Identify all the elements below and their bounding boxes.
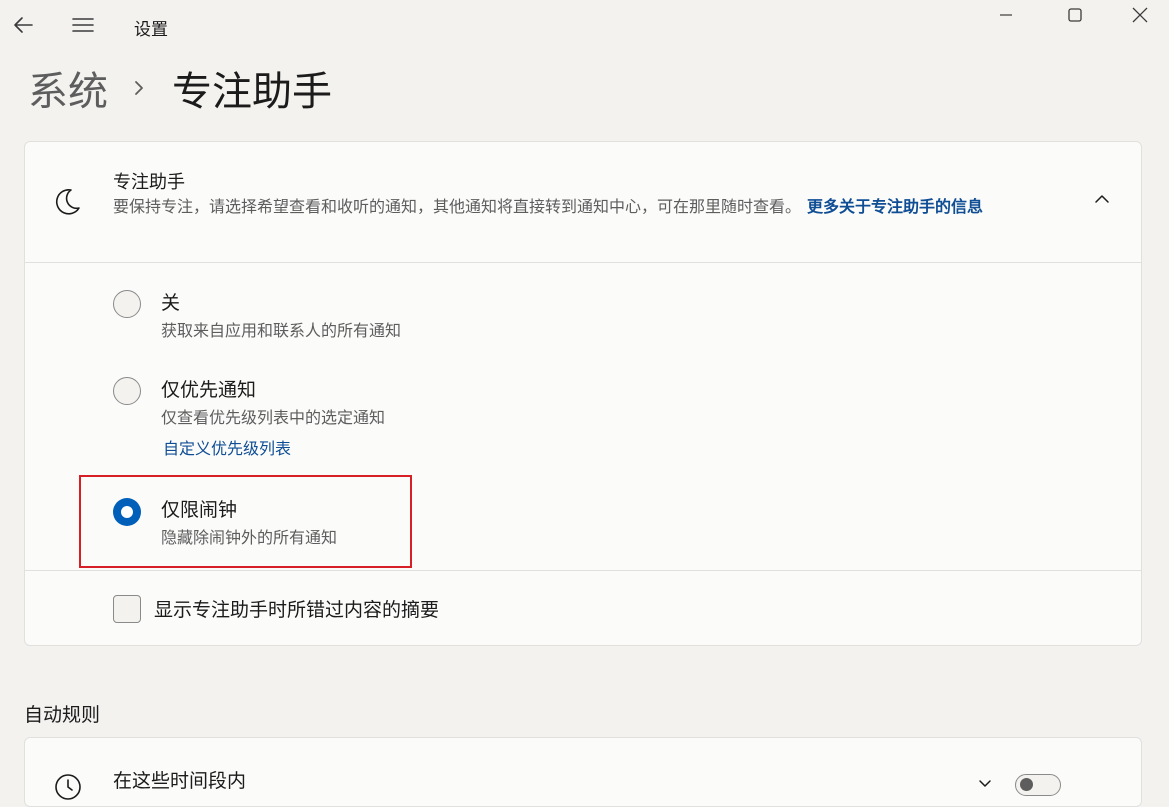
breadcrumb: 系统 专注助手	[28, 58, 332, 118]
focus-assist-description: 要保持专注，请选择希望查看和收听的通知，其他通知将直接转到通知中心，可在那里随时…	[113, 194, 1073, 219]
auto-rules-heading: 自动规则	[24, 704, 101, 726]
chevron-down-icon[interactable]	[977, 776, 993, 796]
minimize-button[interactable]	[977, 0, 1035, 30]
rule-toggle[interactable]	[1015, 774, 1061, 796]
app-title: 设置	[134, 20, 168, 40]
clock-icon	[53, 772, 83, 806]
radio-off[interactable]	[113, 290, 141, 318]
chevron-up-icon[interactable]	[1093, 190, 1111, 212]
learn-more-link[interactable]: 更多关于专注助手的信息	[807, 197, 983, 216]
rule-card-time[interactable]: 在这些时间段内	[24, 737, 1142, 807]
close-button[interactable]	[1111, 0, 1169, 30]
divider	[25, 570, 1141, 571]
maximize-button[interactable]	[1046, 0, 1104, 30]
option-priority-subtitle: 仅查看优先级列表中的选定通知	[161, 408, 386, 427]
moon-icon	[51, 186, 83, 222]
breadcrumb-parent[interactable]: 系统	[28, 59, 108, 117]
page-title: 专注助手	[172, 69, 332, 115]
description-text: 要保持专注，请选择希望查看和收听的通知，其他通知将直接转到通知中心，可在那里随时…	[113, 197, 802, 216]
focus-assist-header[interactable]: 专注助手 要保持专注，请选择希望查看和收听的通知，其他通知将直接转到通知中心，可…	[25, 142, 1141, 263]
highlight-box	[79, 475, 412, 568]
option-off-title: 关	[161, 292, 181, 314]
breadcrumb-chevron-icon	[132, 78, 146, 98]
hamburger-icon[interactable]	[68, 10, 98, 40]
customize-priority-list-link[interactable]: 自定义优先级列表	[163, 435, 291, 459]
summary-checkbox-label[interactable]: 显示专注助手时所错过内容的摘要	[154, 595, 439, 622]
title-bar: 设置	[0, 0, 1169, 52]
back-arrow-icon[interactable]	[8, 10, 38, 40]
option-priority-title: 仅优先通知	[161, 379, 257, 401]
rule-title: 在这些时间段内	[113, 770, 247, 792]
focus-assist-card: 专注助手 要保持专注，请选择希望查看和收听的通知，其他通知将直接转到通知中心，可…	[24, 141, 1142, 646]
radio-priority-only[interactable]	[113, 377, 141, 405]
summary-checkbox[interactable]	[113, 595, 141, 623]
focus-assist-title: 专注助手	[113, 172, 185, 193]
option-off-subtitle: 获取来自应用和联系人的所有通知	[161, 321, 402, 340]
